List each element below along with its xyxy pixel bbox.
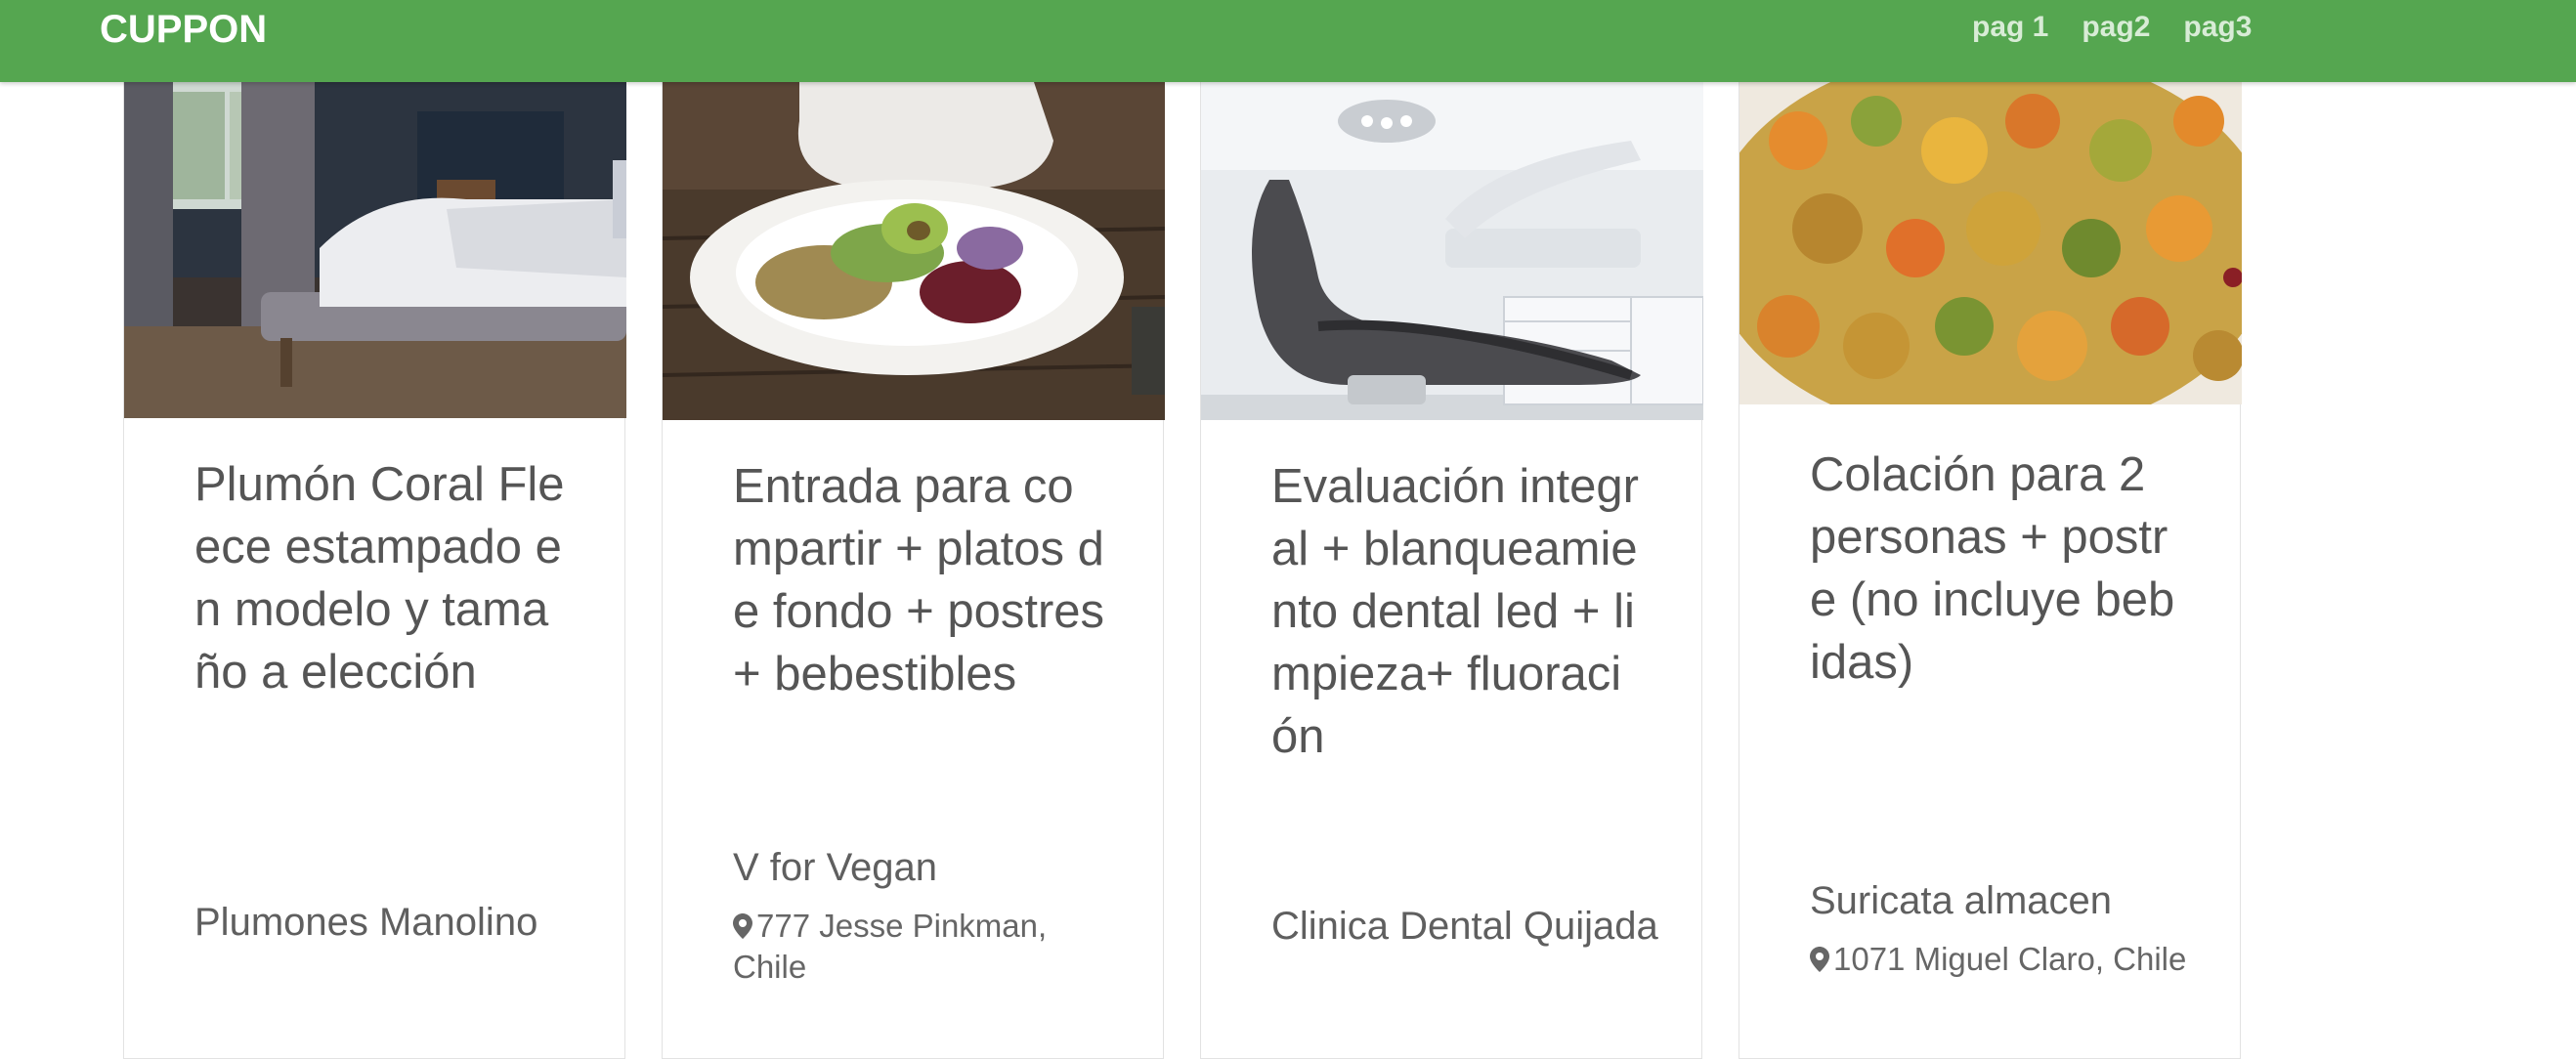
deal-title[interactable]: Evaluación integral + blanqueamiento den… (1271, 455, 1643, 768)
nav-link-pag1[interactable]: pag 1 (1972, 10, 2048, 45)
vendor-address: 777 Jesse Pinkman, Chile (733, 907, 1124, 987)
deal-title[interactable]: Colación para 2 personas + postre (no in… (1810, 444, 2181, 694)
vendor-name: Suricata almacen (1810, 879, 2113, 922)
nav-link-pag3[interactable]: pag3 (2183, 10, 2252, 45)
deal-title[interactable]: Entrada para compartir + platos de fondo… (733, 455, 1104, 705)
dental-chair-image[interactable] (1201, 82, 1703, 420)
deal-title[interactable]: Plumón Coral Fleece estampado en modelo … (194, 453, 566, 703)
vendor-address: 1071 Miguel Claro, Chile (1810, 940, 2201, 981)
deal-card[interactable]: Entrada para compartir + platos de fondo… (662, 82, 1165, 1059)
map-pin-icon (733, 909, 752, 948)
vendor-name: Plumones Manolino (194, 901, 538, 944)
vegan-plate-image[interactable] (663, 82, 1165, 420)
vendor-name: V for Vegan (733, 846, 938, 889)
bedroom-image[interactable] (124, 82, 626, 418)
map-pin-icon (1810, 942, 1829, 981)
navbar: CUPPON pag 1 pag2 pag3 (0, 0, 2576, 82)
brand-logo[interactable]: CUPPON (100, 10, 267, 49)
address-text: 1071 Miguel Claro, Chile (1833, 941, 2187, 977)
deal-card[interactable]: Evaluación integral + blanqueamiento den… (1200, 82, 1703, 1059)
address-text: 777 Jesse Pinkman, Chile (733, 908, 1048, 985)
nav-links: pag 1 pag2 pag3 (1972, 10, 2252, 45)
deal-card[interactable]: Colación para 2 personas + postre (no in… (1739, 82, 2242, 1059)
vegetable-stew-image[interactable] (1739, 82, 2242, 404)
deal-card[interactable]: Plumón Coral Fleece estampado en modelo … (123, 82, 626, 1059)
vendor-name: Clinica Dental Quijada (1271, 905, 1658, 948)
nav-link-pag2[interactable]: pag2 (2082, 10, 2150, 45)
